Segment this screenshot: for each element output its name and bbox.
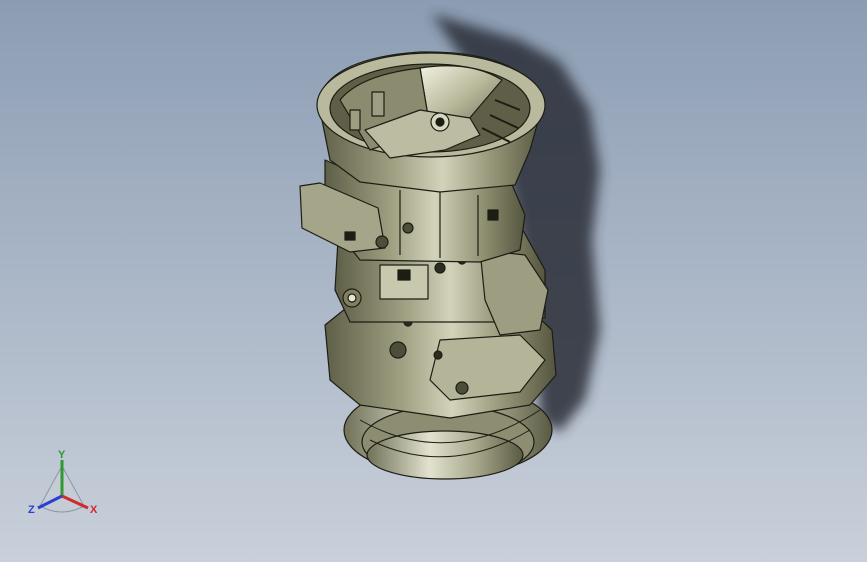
triad-z-label: Z	[28, 504, 35, 516]
fork-stud-2	[349, 109, 361, 131]
lower-port-2	[455, 381, 469, 395]
valve-label	[344, 231, 356, 241]
lower-bolt	[433, 350, 443, 360]
graphics-viewport[interactable]: Y X Z	[0, 0, 867, 562]
orientation-triad[interactable]: Y X Z	[22, 448, 108, 526]
fork-stud	[371, 91, 385, 117]
transmission-housing-assembly[interactable]	[299, 51, 557, 480]
mid-label-plate	[397, 269, 411, 281]
valve-port	[375, 235, 389, 249]
model-view[interactable]	[0, 0, 867, 562]
base-bottom	[366, 430, 524, 480]
fork-pivot-hole	[435, 117, 445, 127]
mid-bolt	[434, 262, 446, 274]
triad-y-label: Y	[58, 449, 66, 461]
mid-fitting-inner	[347, 293, 357, 303]
valve-port-2	[402, 222, 414, 234]
triad-x-label: X	[90, 504, 98, 516]
lower-port	[389, 341, 407, 359]
upper-label	[487, 209, 499, 221]
